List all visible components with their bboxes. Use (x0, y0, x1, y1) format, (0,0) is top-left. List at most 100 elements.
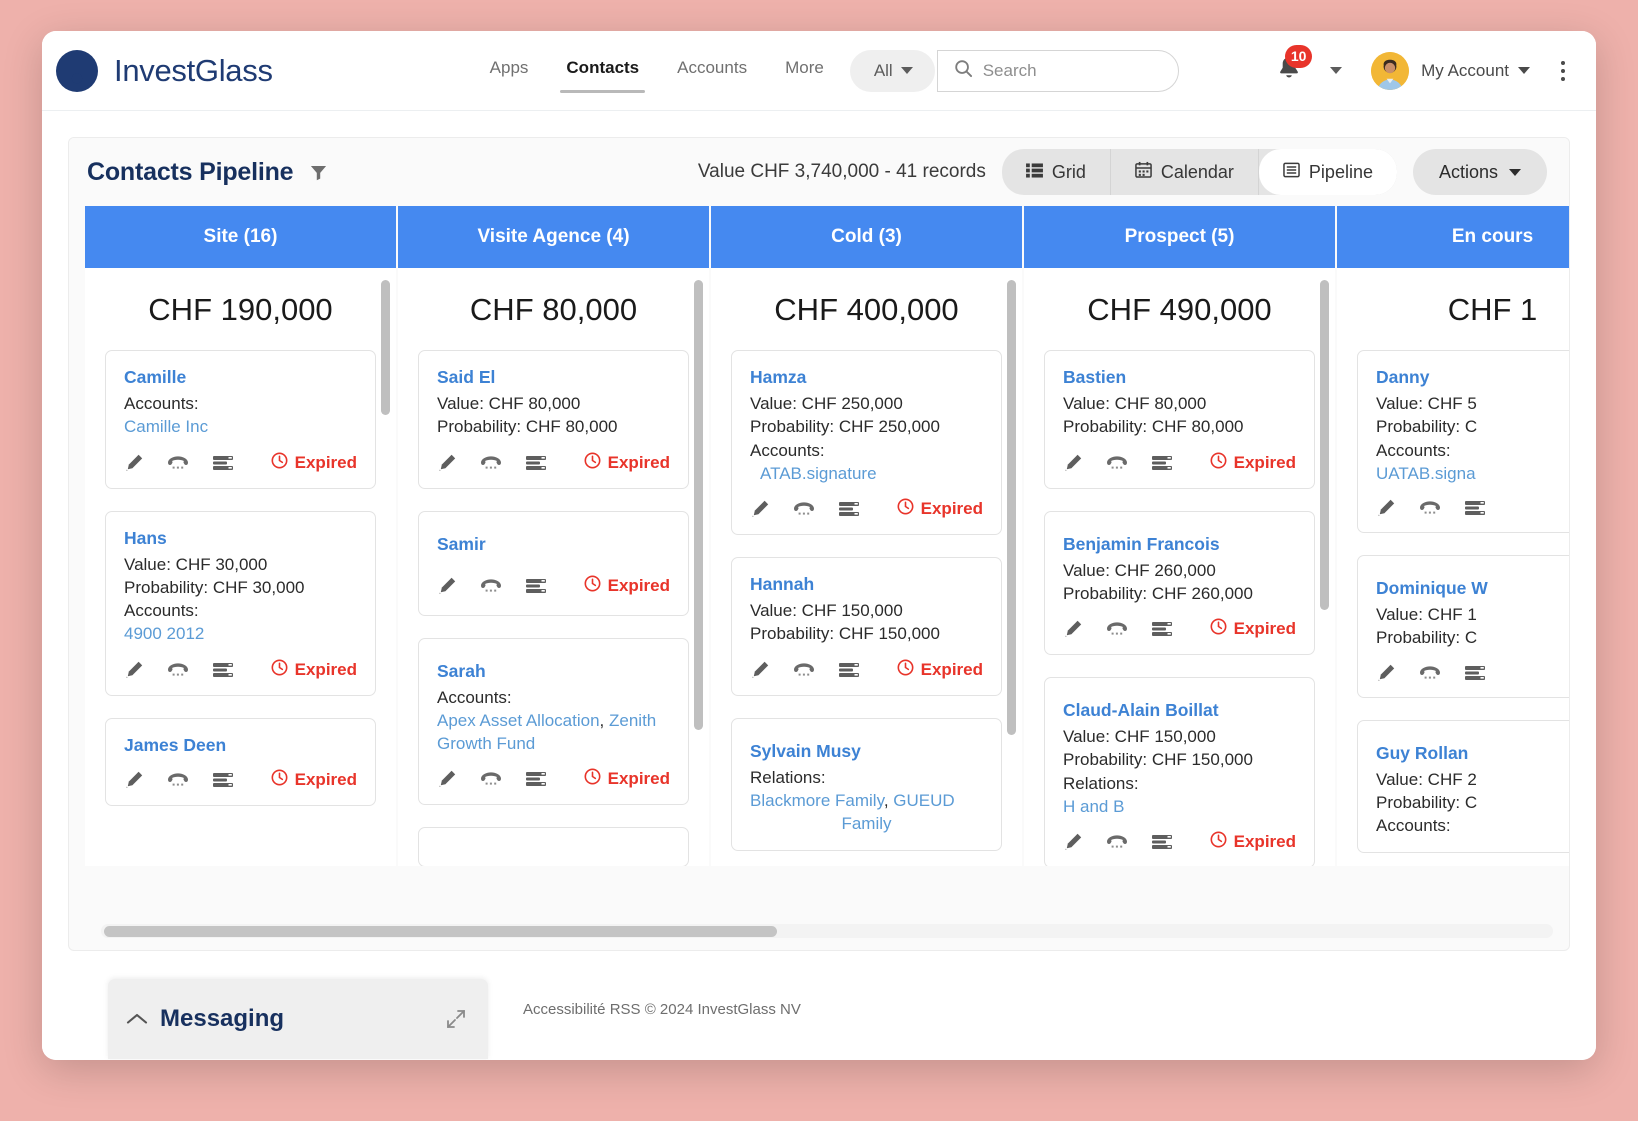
pencil-icon[interactable] (1063, 619, 1083, 639)
column-header-en-cours[interactable]: En cours (1337, 206, 1569, 268)
pipeline-card[interactable]: Hans Value: CHF 30,000 Probability: CHF … (105, 511, 376, 696)
pencil-icon[interactable] (437, 576, 457, 596)
list-icon[interactable] (838, 662, 860, 678)
pencil-icon[interactable] (124, 453, 144, 473)
column-scrollbar[interactable] (694, 280, 703, 730)
view-tab-pipeline[interactable]: Pipeline (1259, 149, 1397, 195)
pencil-icon[interactable] (1376, 498, 1396, 518)
card-title[interactable]: Bastien (1063, 367, 1296, 388)
nav-link-apps[interactable]: Apps (488, 54, 531, 87)
card-title[interactable]: Camille (124, 367, 357, 388)
expand-icon[interactable] (444, 1007, 468, 1031)
pencil-icon[interactable] (1063, 453, 1083, 473)
card-title[interactable]: Dominique W (1376, 578, 1569, 599)
phone-icon[interactable] (167, 772, 189, 788)
card-title[interactable]: Samir (437, 534, 670, 555)
list-icon[interactable] (1464, 665, 1486, 681)
nav-link-contacts[interactable]: Contacts (564, 54, 641, 87)
pipeline-card[interactable]: James Deen Expired (105, 718, 376, 806)
list-icon[interactable] (1151, 455, 1173, 471)
board-horizontal-scroll-thumb[interactable] (104, 926, 777, 937)
pipeline-card[interactable]: Sylvain Musy Relations: Blackmore Family… (731, 718, 1002, 851)
card-link[interactable]: Camille Inc (124, 417, 208, 436)
card-link[interactable]: UATAB.signa (1376, 464, 1476, 483)
pipeline-card[interactable]: Hannah Value: CHF 150,000 Probability: C… (731, 557, 1002, 696)
list-icon[interactable] (525, 578, 547, 594)
phone-icon[interactable] (480, 578, 502, 594)
list-icon[interactable] (1464, 500, 1486, 516)
pipeline-card[interactable]: Danny Value: CHF 5 Probability: C Accoun… (1357, 350, 1569, 533)
pipeline-card[interactable]: Hamza Value: CHF 250,000 Probability: CH… (731, 350, 1002, 535)
pencil-icon[interactable] (1063, 832, 1083, 852)
card-link[interactable]: 4900 2012 (124, 624, 204, 643)
card-link[interactable]: H and B (1063, 797, 1124, 816)
nav-link-more[interactable]: More (783, 54, 826, 87)
list-icon[interactable] (838, 501, 860, 517)
list-icon[interactable] (1151, 621, 1173, 637)
phone-icon[interactable] (480, 455, 502, 471)
pipeline-card[interactable]: Claud-Alain Boillat Value: CHF 150,000 P… (1044, 677, 1315, 866)
card-title[interactable]: Danny (1376, 367, 1569, 388)
card-title[interactable]: Sylvain Musy (750, 741, 983, 762)
pencil-icon[interactable] (1376, 663, 1396, 683)
list-icon[interactable] (525, 771, 547, 787)
card-title[interactable]: Hans (124, 528, 357, 549)
phone-icon[interactable] (793, 662, 815, 678)
phone-icon[interactable] (1106, 455, 1128, 471)
notifications-button[interactable]: 10 (1267, 49, 1311, 93)
chevron-up-icon[interactable] (126, 1012, 148, 1026)
pipeline-card-partial[interactable] (418, 827, 689, 866)
phone-icon[interactable] (1419, 500, 1441, 516)
list-icon[interactable] (212, 772, 234, 788)
column-header-prospect[interactable]: Prospect (5) (1024, 206, 1337, 268)
phone-icon[interactable] (1106, 834, 1128, 850)
pipeline-card[interactable]: Sarah Accounts: Apex Asset Allocation, Z… (418, 638, 689, 806)
brand-logo[interactable]: InvestGlass (54, 48, 273, 94)
avatar[interactable] (1371, 52, 1409, 90)
pencil-icon[interactable] (750, 660, 770, 680)
card-title[interactable]: Hamza (750, 367, 983, 388)
pipeline-card[interactable]: Samir Expired (418, 511, 689, 616)
column-scrollbar[interactable] (1007, 280, 1016, 735)
notifications-dropdown-toggle[interactable] (1317, 52, 1355, 90)
card-link[interactable]: GUEUD (893, 791, 954, 810)
more-options-icon[interactable] (1548, 61, 1578, 81)
pipeline-card[interactable]: Camille Accounts: Camille Inc Expi (105, 350, 376, 489)
actions-button[interactable]: Actions (1413, 149, 1547, 195)
pencil-icon[interactable] (124, 770, 144, 790)
card-title[interactable]: Guy Rollan (1376, 743, 1569, 764)
view-tab-calendar[interactable]: Calendar (1111, 149, 1259, 195)
pencil-icon[interactable] (437, 769, 457, 789)
view-tab-grid[interactable]: Grid (1002, 149, 1111, 195)
messaging-panel[interactable]: Messaging (108, 979, 488, 1059)
filter-icon[interactable] (309, 163, 328, 182)
column-header-cold[interactable]: Cold (3) (711, 206, 1024, 268)
list-icon[interactable] (212, 455, 234, 471)
pipeline-card[interactable]: Bastien Value: CHF 80,000 Probability: C… (1044, 350, 1315, 489)
pipeline-board-scroll-area[interactable]: Site (16) CHF 190,000 Camille Accounts: … (85, 206, 1569, 950)
pencil-icon[interactable] (750, 499, 770, 519)
column-scrollbar[interactable] (1320, 280, 1329, 610)
phone-icon[interactable] (1419, 665, 1441, 681)
pencil-icon[interactable] (437, 453, 457, 473)
card-title[interactable]: James Deen (124, 735, 357, 756)
nav-link-accounts[interactable]: Accounts (675, 54, 749, 87)
card-title[interactable]: Hannah (750, 574, 983, 595)
pipeline-card[interactable]: Benjamin Francois Value: CHF 260,000 Pro… (1044, 511, 1315, 656)
column-header-site[interactable]: Site (16) (85, 206, 398, 268)
column-scrollbar[interactable] (381, 280, 390, 415)
account-menu[interactable]: My Account (1421, 61, 1530, 81)
list-icon[interactable] (212, 662, 234, 678)
search-input[interactable] (983, 61, 1153, 81)
card-link[interactable]: Blackmore Family (750, 791, 884, 810)
pencil-icon[interactable] (124, 660, 144, 680)
phone-icon[interactable] (793, 501, 815, 517)
search-scope-dropdown[interactable]: All (850, 50, 935, 92)
list-icon[interactable] (525, 455, 547, 471)
phone-icon[interactable] (167, 455, 189, 471)
card-title[interactable]: Claud-Alain Boillat (1063, 700, 1296, 721)
column-header-visite-agence[interactable]: Visite Agence (4) (398, 206, 711, 268)
card-link[interactable]: ATAB.signature (760, 464, 877, 483)
phone-icon[interactable] (1106, 621, 1128, 637)
phone-icon[interactable] (167, 662, 189, 678)
